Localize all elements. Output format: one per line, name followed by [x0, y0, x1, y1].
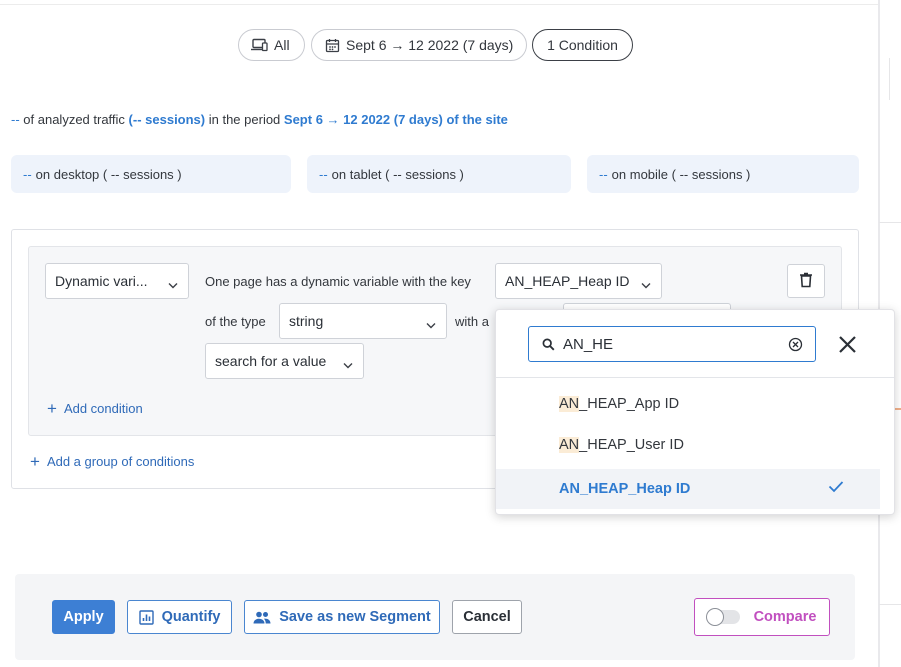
chevron-down-icon: [641, 276, 651, 292]
add-condition-label: Add condition: [63, 401, 143, 416]
dropdown-search-input[interactable]: AN_HE: [563, 336, 613, 353]
chevron-down-icon: [168, 276, 178, 292]
condition-filter-pill[interactable]: 1 Condition: [532, 29, 633, 61]
dropdown-option-selected[interactable]: AN _HEAP_Heap ID: [496, 469, 880, 509]
dropdown-search-box[interactable]: AN_HE: [528, 326, 816, 362]
option-match-highlight: AN: [559, 437, 580, 453]
option-label: _HEAP_User ID: [579, 437, 684, 453]
device-card-tablet: -- on tablet ( -- sessions ): [307, 155, 571, 193]
condition-type-value: Dynamic vari...: [55, 273, 148, 289]
device-card-label: on desktop ( -- sessions ): [35, 166, 182, 182]
condition-filter-label: 1 Condition: [547, 37, 618, 53]
chevron-down-icon: [343, 356, 353, 372]
background-edge: [889, 58, 890, 100]
toggle-knob: [705, 608, 724, 626]
users-icon: [253, 611, 271, 624]
add-condition-button[interactable]: + Add condition: [47, 400, 143, 417]
trash-icon: [799, 272, 813, 291]
close-icon[interactable]: [838, 335, 857, 354]
quantify-button[interactable]: Quantify: [127, 600, 232, 634]
device-filter-label: All: [274, 37, 290, 53]
summary-sessions-link[interactable]: (-- sessions): [129, 112, 206, 127]
device-card-percent: --: [319, 166, 328, 182]
summary-text: in the period: [205, 112, 284, 127]
cancel-button[interactable]: Cancel: [452, 600, 522, 634]
compare-label: Compare: [753, 609, 817, 625]
device-card-label: on tablet ( -- sessions ): [331, 166, 464, 182]
add-group-label: Add a group of conditions: [46, 454, 195, 469]
devices-icon: [250, 38, 268, 52]
device-card-mobile: -- on mobile ( -- sessions ): [587, 155, 859, 193]
device-card-label: on mobile ( -- sessions ): [611, 166, 751, 182]
condition-type-select[interactable]: Dynamic vari...: [45, 263, 189, 299]
delete-condition-button[interactable]: [787, 264, 825, 298]
background-edge: [894, 408, 901, 410]
value-search-value: search for a value: [215, 353, 327, 369]
plus-icon: +: [30, 452, 40, 471]
with-a-label: with a: [455, 314, 489, 329]
clear-search-icon[interactable]: [788, 337, 803, 352]
value-type-select[interactable]: string: [279, 303, 447, 339]
variable-key-select[interactable]: AN_HEAP_Heap ID: [495, 263, 662, 299]
search-icon: [542, 338, 555, 351]
background-edge: [879, 604, 901, 605]
save-segment-label: Save as new Segment: [279, 609, 431, 625]
dropdown-option[interactable]: AN _HEAP_App ID: [496, 384, 880, 424]
chevron-down-icon: [426, 316, 436, 332]
summary-text: of analyzed traffic: [19, 112, 129, 127]
apply-button[interactable]: Apply: [52, 600, 115, 634]
save-segment-button[interactable]: Save as new Segment: [244, 600, 440, 634]
option-label: _HEAP_Heap ID: [579, 481, 691, 497]
value-type-value: string: [289, 313, 324, 329]
summary-period-link[interactable]: Sept 6 → 12 2022 (7 days) of the site: [284, 112, 508, 127]
chart-icon: [138, 609, 154, 625]
device-card-desktop: -- on desktop ( -- sessions ): [11, 155, 291, 193]
quantify-label: Quantify: [161, 609, 221, 625]
dropdown-option[interactable]: AN _HEAP_User ID: [496, 425, 880, 465]
add-group-button[interactable]: + Add a group of conditions: [30, 453, 194, 470]
compare-button[interactable]: Compare: [694, 598, 830, 636]
device-card-percent: --: [23, 166, 32, 182]
variable-key-dropdown: AN_HE AN _HEAP_App ID AN _HEAP_User ID AN _…: [495, 309, 895, 515]
top-divider: [0, 4, 878, 5]
checkmark-icon: [828, 480, 844, 497]
dropdown-divider: [496, 377, 894, 378]
device-filter-pill[interactable]: All: [238, 29, 305, 61]
apply-label: Apply: [63, 609, 104, 625]
background-edge: [879, 222, 901, 223]
option-label: _HEAP_App ID: [579, 396, 680, 412]
option-match-highlight: AN: [559, 481, 580, 497]
of-type-label: of the type: [205, 314, 266, 329]
calendar-icon: [325, 38, 340, 53]
plus-icon: +: [47, 399, 57, 418]
value-search-select[interactable]: search for a value: [205, 343, 364, 379]
option-match-highlight: AN: [559, 396, 580, 412]
compare-toggle[interactable]: [705, 608, 740, 626]
device-card-percent: --: [599, 166, 608, 182]
condition-sentence: One page has a dynamic variable with the…: [205, 274, 471, 289]
period-filter-label: Sept 6 → 12 2022 (7 days): [346, 37, 514, 53]
cancel-label: Cancel: [463, 609, 511, 625]
period-filter-pill[interactable]: Sept 6 → 12 2022 (7 days): [311, 29, 527, 61]
traffic-summary: -- of analyzed traffic (-- sessions) in …: [11, 112, 508, 127]
summary-percent: --: [11, 112, 20, 127]
variable-key-value: AN_HEAP_Heap ID: [505, 273, 630, 289]
